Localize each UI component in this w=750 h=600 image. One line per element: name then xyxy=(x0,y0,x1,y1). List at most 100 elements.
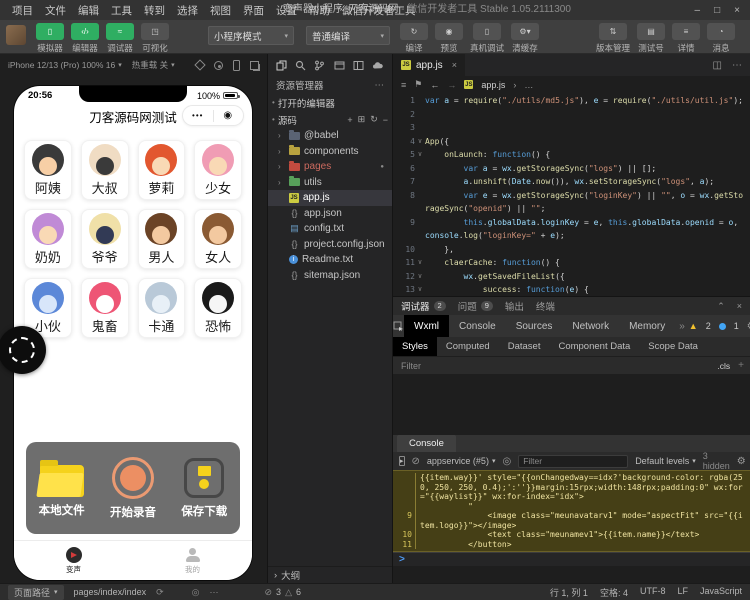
rotate-icon[interactable] xyxy=(194,59,206,71)
user-avatar[interactable] xyxy=(6,25,26,45)
outline-section[interactable]: › 大纲 xyxy=(268,566,392,583)
tree-item[interactable]: › components xyxy=(268,144,392,160)
fold-icon[interactable]: ∨ xyxy=(415,283,425,296)
menu-item[interactable]: 编辑 xyxy=(72,3,105,18)
styles-filter-input[interactable] xyxy=(399,359,718,372)
panel-tab[interactable]: 问题 9 xyxy=(458,299,493,313)
tree-item[interactable]: {} sitemap.json xyxy=(268,268,392,284)
tree-item[interactable]: › pages ● xyxy=(268,159,392,175)
window-icon[interactable] xyxy=(334,60,345,71)
forward-icon[interactable]: → xyxy=(447,80,456,90)
menu-item[interactable]: 文件 xyxy=(39,3,72,18)
voice-avatar-card[interactable]: 少女 xyxy=(194,140,242,200)
device-frame-icon[interactable] xyxy=(233,59,240,71)
fold-icon[interactable]: ∨ xyxy=(415,148,425,162)
back-icon[interactable]: ← xyxy=(430,80,439,90)
project-section[interactable]: • 源码 + ⊞ ↻ − xyxy=(268,111,392,128)
current-page-path[interactable]: pages/index/index xyxy=(74,587,147,597)
more-tabs-icon[interactable]: » xyxy=(675,321,689,332)
view-toggle-button[interactable]: ≈ 调试器 xyxy=(106,23,134,54)
cls-toggle[interactable]: .cls xyxy=(717,361,730,371)
new-style-rule-icon[interactable]: + xyxy=(738,360,744,371)
files-icon[interactable] xyxy=(276,60,287,71)
styles-tab[interactable]: Scope Data xyxy=(639,337,707,356)
menu-item[interactable]: 选择 xyxy=(171,3,204,18)
eye-icon[interactable]: ◎ xyxy=(192,587,200,598)
panel-tab[interactable]: 终端 xyxy=(536,299,555,313)
view-toggle-button[interactable]: ‹/› 编辑器 xyxy=(71,23,99,54)
collapse-all-icon[interactable]: − xyxy=(383,115,388,125)
split-editor-icon[interactable]: ◫ xyxy=(713,60,722,71)
view-toggle-button[interactable]: ◳ 可视化 xyxy=(141,23,169,54)
styles-tab[interactable]: Styles xyxy=(393,337,437,356)
menu-item[interactable]: 项目 xyxy=(6,3,39,18)
view-toggle-button[interactable]: ▯ 模拟器 xyxy=(36,23,64,54)
devtools-tab-sources[interactable]: Sources xyxy=(506,315,563,337)
bookmark-icon[interactable]: ⚑ xyxy=(414,79,422,90)
voice-avatar-card[interactable]: 男人 xyxy=(137,209,186,269)
more-menu-icon[interactable]: ••• xyxy=(183,111,213,120)
panel-tab[interactable]: 输出 xyxy=(505,299,524,313)
voice-avatar-card[interactable]: 萝莉 xyxy=(137,140,186,200)
mode-select[interactable]: 小程序模式 ▾ xyxy=(208,26,294,45)
board-icon[interactable] xyxy=(353,60,364,71)
phone-action-save[interactable]: 保存下载 xyxy=(181,457,227,519)
console-filter-input[interactable] xyxy=(518,454,629,468)
voice-avatar-card[interactable]: 奶奶 xyxy=(24,209,72,269)
styles-tab[interactable]: Dataset xyxy=(499,337,550,356)
new-folder-icon[interactable]: ⊞ xyxy=(358,114,366,125)
search-icon[interactable] xyxy=(295,60,306,71)
page-path-select[interactable]: 页面路径 ▾ xyxy=(8,584,64,600)
screenshot-icon[interactable] xyxy=(250,60,259,70)
console-prompt-row[interactable]: > xyxy=(393,552,750,566)
tree-item[interactable]: i Readme.txt xyxy=(268,252,392,268)
maximize-button[interactable]: □ xyxy=(714,5,720,16)
close-panel-icon[interactable]: × xyxy=(737,301,742,312)
close-icon[interactable]: × xyxy=(452,60,457,70)
devtools-tab-network[interactable]: Network xyxy=(562,315,619,337)
devtools-tab-wxml[interactable]: Wxml xyxy=(404,315,449,337)
right-action-button[interactable]: ◔ 消息 xyxy=(707,23,735,54)
menu-item[interactable]: 视图 xyxy=(204,3,237,18)
panel-tab[interactable]: 调试器 2 xyxy=(401,299,446,313)
new-file-icon[interactable]: + xyxy=(347,115,352,125)
console-sidebar-icon[interactable]: ▸ xyxy=(399,456,405,466)
cloud-icon[interactable] xyxy=(372,60,384,71)
capsule-menu[interactable]: ••• ◉ xyxy=(182,105,244,126)
tree-item[interactable]: ▤ config.txt xyxy=(268,221,392,237)
status-item[interactable]: UTF-8 xyxy=(640,586,666,599)
voice-avatar-card[interactable]: 女人 xyxy=(194,209,242,269)
voice-avatar-card[interactable]: 卡通 xyxy=(137,278,186,338)
info-icon[interactable] xyxy=(718,322,726,330)
voice-avatar-card[interactable]: 大叔 xyxy=(80,140,129,200)
tabbar-item-profile[interactable]: 我的 xyxy=(133,541,252,580)
tree-item[interactable]: › @babel xyxy=(268,128,392,144)
status-item[interactable]: 行 1, 列 1 xyxy=(550,586,588,599)
eye-icon[interactable]: ◎ xyxy=(502,456,511,467)
styles-tab[interactable]: Component Data xyxy=(549,337,639,356)
editor-tab-appjs[interactable]: JS app.js × xyxy=(393,54,465,76)
menu-item[interactable]: 转到 xyxy=(138,3,171,18)
devtools-tab-memory[interactable]: Memory xyxy=(619,315,675,337)
collapse-panel-icon[interactable]: ⌃ xyxy=(717,301,725,312)
tree-item[interactable]: {} app.json xyxy=(268,206,392,222)
voice-avatar-card[interactable]: 恐怖 xyxy=(194,278,242,338)
clear-console-icon[interactable]: ⊘ xyxy=(412,456,420,467)
console-tab[interactable]: Console xyxy=(397,435,456,452)
fold-icon[interactable]: ∨ xyxy=(415,270,425,284)
fold-icon[interactable]: ∨ xyxy=(415,135,425,149)
tree-item[interactable]: {} project.config.json xyxy=(268,237,392,253)
tabbar-item-voice[interactable]: 变声 xyxy=(14,541,133,580)
gear-icon[interactable]: ⚙ xyxy=(737,456,746,467)
voice-avatar-card[interactable]: 阿姨 xyxy=(24,140,72,200)
warning-icon[interactable]: ▲ xyxy=(689,321,698,331)
right-action-button[interactable]: ⇅ 版本管理 xyxy=(596,23,630,54)
compile-mode-select[interactable]: 普通编译 ▾ xyxy=(306,26,390,45)
status-item[interactable]: JavaScript xyxy=(700,586,742,599)
right-action-button[interactable]: ≡ 详情 xyxy=(672,23,700,54)
problems-indicator[interactable]: ⊘ 3 △ 6 xyxy=(265,587,302,598)
code-area[interactable]: 1 var a = require("./utils/md5.js"), e = … xyxy=(393,93,750,296)
more-actions-icon[interactable]: ⋯ xyxy=(375,80,385,91)
refresh-page-icon[interactable]: ⟳ xyxy=(156,587,164,598)
compile-action-button[interactable]: ⚙▾ 清缓存 xyxy=(511,23,540,54)
